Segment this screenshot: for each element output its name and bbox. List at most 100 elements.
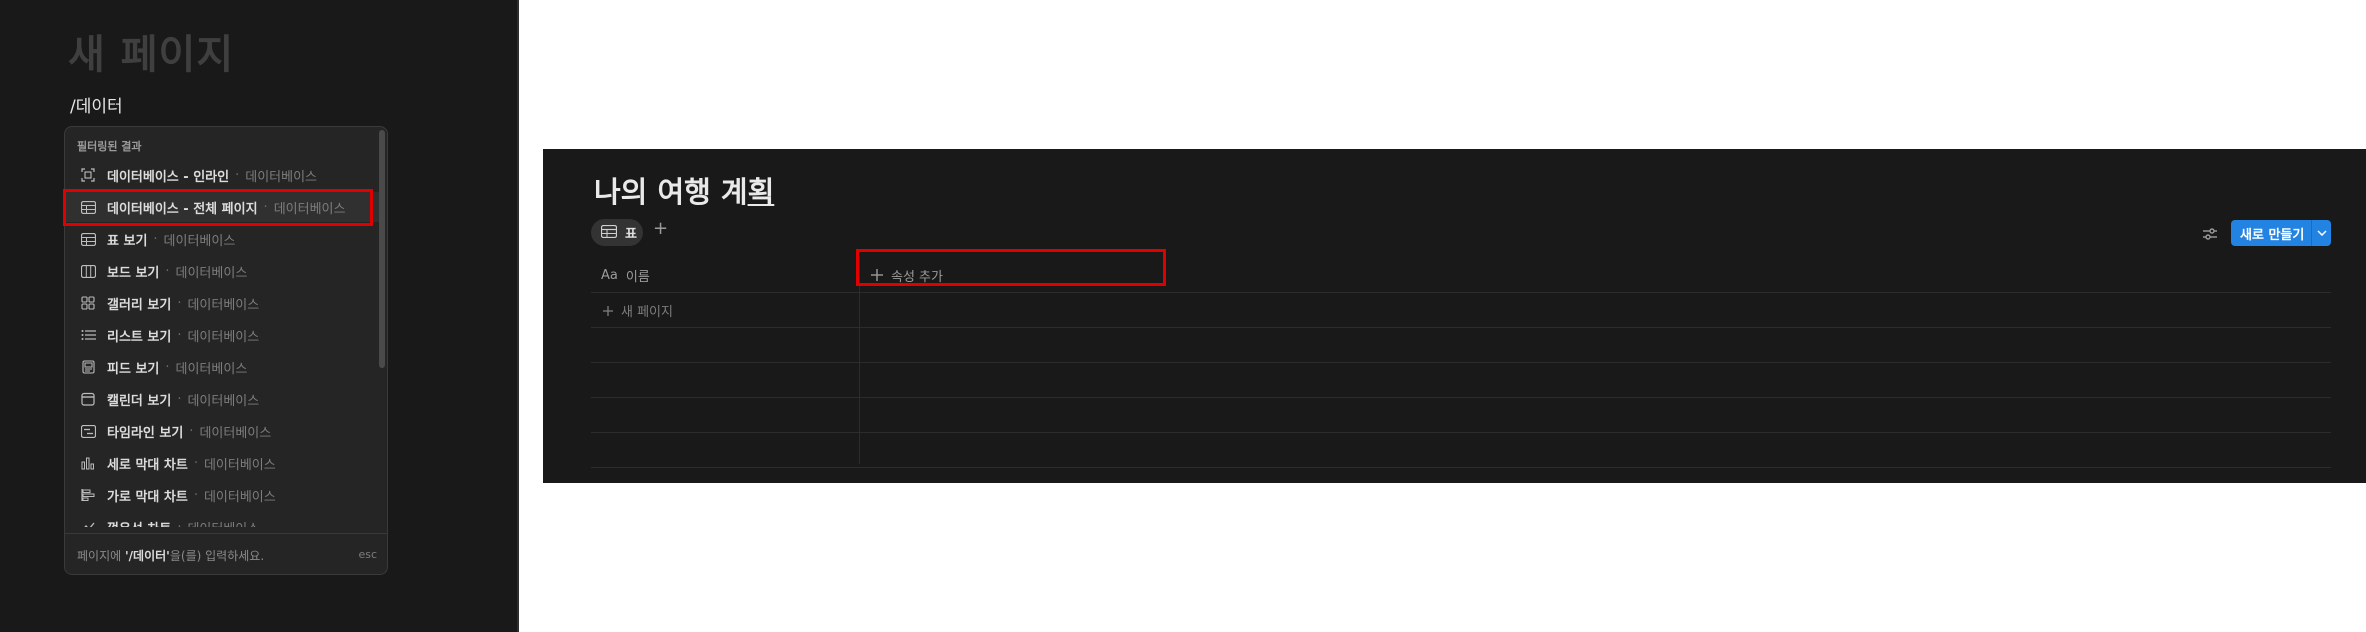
page-title[interactable]: 새 페이지 xyxy=(68,22,234,80)
command-menu: 필터링된 결과 데이터베이스 - 인라인 · 데이터베이스 데이터베이스 - 전체 페… xyxy=(64,126,388,575)
menu-item[interactable]: 리스트 보기 · 데이터베이스 xyxy=(65,320,381,350)
menu-item-category: 데이터베이스 xyxy=(187,329,260,345)
table-icon xyxy=(79,198,97,216)
separator-dot: · xyxy=(165,263,170,279)
vertical-bar-chart-icon xyxy=(79,454,97,472)
menu-item-label: 가로 막대 차트 xyxy=(107,489,188,505)
menu-item-label: 리스트 보기 xyxy=(107,329,172,345)
tab-table-view[interactable]: 표 xyxy=(591,219,643,246)
separator-dot: · xyxy=(177,327,182,343)
table-icon xyxy=(79,230,97,248)
menu-item-category: 데이터베이스 xyxy=(203,457,276,473)
new-button[interactable]: 새로 만들기 xyxy=(2231,220,2331,246)
add-property-button[interactable]: 속성 추가 xyxy=(871,266,943,285)
separator-dot: · xyxy=(193,455,198,471)
list-icon xyxy=(79,326,97,344)
table-icon xyxy=(600,223,618,242)
menu-footer: 페이지에 '/데이터' 을(를) 입력하세요. esc xyxy=(65,533,387,574)
slash-command-panel: 새 페이지 /데이터 필터링된 결과 데이터베이스 - 인라인 · 데이터베이스 데이… xyxy=(0,0,517,632)
separator-dot: · xyxy=(177,391,182,407)
menu-item[interactable]: 데이터베이스 - 인라인 · 데이터베이스 xyxy=(65,160,381,190)
database-title-main: 나의 여행 계 xyxy=(594,175,748,209)
separator-dot: · xyxy=(177,519,182,528)
menu-item-label: 꺾은선 차트 xyxy=(107,518,171,528)
database-title[interactable]: 나의 여행 계획 xyxy=(594,169,774,211)
menu-scrollbar[interactable] xyxy=(379,130,385,368)
menu-item-category: 데이터베이스 xyxy=(187,518,259,528)
menu-header: 필터링된 결과 xyxy=(77,140,142,153)
plus-icon xyxy=(603,301,613,320)
menu-item[interactable]: 캘린더 보기 · 데이터베이스 xyxy=(65,384,381,414)
separator-dot: · xyxy=(235,167,240,183)
esc-hint[interactable]: esc xyxy=(358,548,377,561)
new-page-button[interactable]: 새 페이지 xyxy=(603,301,673,320)
add-view-button[interactable]: + xyxy=(653,218,668,239)
menu-item-category: 데이터베이스 xyxy=(203,489,276,505)
menu-item[interactable]: 갤러리 보기 · 데이터베이스 xyxy=(65,288,381,318)
menu-item[interactable]: 가로 막대 차트 · 데이터베이스 xyxy=(65,480,381,510)
horizontal-bar-chart-icon xyxy=(79,486,97,504)
footer-command: '/데이터' xyxy=(125,548,170,563)
panel-divider xyxy=(517,0,519,632)
menu-item[interactable]: 타임라인 보기 · 데이터베이스 xyxy=(65,416,381,446)
settings-sliders-icon[interactable] xyxy=(2203,225,2217,244)
table-row xyxy=(591,363,2331,398)
menu-item-label: 타임라인 보기 xyxy=(107,425,184,441)
separator-dot: · xyxy=(193,487,198,503)
menu-item-label: 캘린더 보기 xyxy=(107,393,172,409)
add-property-label: 속성 추가 xyxy=(891,270,943,285)
menu-item-category: 데이터베이스 xyxy=(175,265,248,281)
separator-dot: · xyxy=(263,199,268,215)
menu-item-category: 데이터베이스 xyxy=(175,361,248,377)
menu-item-label: 데이터베이스 - 전체 페이지 xyxy=(107,201,258,217)
gallery-icon xyxy=(79,294,97,312)
board-icon xyxy=(79,262,97,280)
separator-dot: · xyxy=(153,231,158,247)
table-row xyxy=(591,398,2331,433)
menu-item-label: 표 보기 xyxy=(107,233,148,249)
menu-item-category: 데이터베이스 xyxy=(199,425,272,441)
line-chart-icon xyxy=(79,518,97,527)
menu-item-category: 데이터베이스 xyxy=(187,393,260,409)
menu-item[interactable]: 표 보기 · 데이터베이스 xyxy=(65,224,381,254)
text-property-icon: Aa xyxy=(601,268,618,283)
database-title-caret: 획 xyxy=(747,175,775,209)
menu-item-label: 갤러리 보기 xyxy=(107,297,172,313)
menu-item-category: 데이터베이스 xyxy=(273,201,346,217)
menu-item[interactable]: 피드 보기 · 데이터베이스 xyxy=(65,352,381,382)
menu-item-label: 피드 보기 xyxy=(107,361,160,377)
table-header-row: Aa 이름 속성 추가 xyxy=(591,256,2331,293)
menu-item[interactable]: 세로 막대 차트 · 데이터베이스 xyxy=(65,448,381,478)
feed-icon xyxy=(79,358,97,376)
menu-list: 데이터베이스 - 인라인 · 데이터베이스 데이터베이스 - 전체 페이지 · 데이터베이… xyxy=(65,157,381,527)
column-divider xyxy=(859,256,860,464)
database-page: 나의 여행 계획 표 + 새로 만들기 Aa 이름 속성 추가 새 페이지 xyxy=(543,149,2366,483)
new-button-label: 새로 만들기 xyxy=(2240,227,2305,243)
inline-database-icon xyxy=(79,166,97,184)
separator-dot: · xyxy=(177,295,182,311)
footer-prefix: 페이지에 xyxy=(77,548,122,563)
column-name-label: 이름 xyxy=(625,270,650,285)
plus-icon xyxy=(871,266,883,285)
menu-item-label: 데이터베이스 - 인라인 xyxy=(107,169,230,185)
menu-item-label: 세로 막대 차트 xyxy=(107,457,188,473)
table-row xyxy=(591,433,2331,468)
menu-item[interactable]: 데이터베이스 - 전체 페이지 · 데이터베이스 xyxy=(65,192,381,222)
tab-table-label: 표 xyxy=(625,227,637,242)
table-row xyxy=(591,328,2331,363)
menu-item[interactable]: 보드 보기 · 데이터베이스 xyxy=(65,256,381,286)
menu-item-category: 데이터베이스 xyxy=(163,233,236,249)
chevron-down-icon[interactable] xyxy=(2312,230,2331,236)
separator-dot: · xyxy=(165,359,170,375)
menu-item-category: 데이터베이스 xyxy=(245,169,317,185)
command-input[interactable]: /데이터 xyxy=(70,92,123,117)
footer-suffix: 을(를) 입력하세요. xyxy=(169,548,265,563)
menu-item[interactable]: 꺾은선 차트 · 데이터베이스 xyxy=(65,512,381,527)
column-header-name[interactable]: Aa 이름 xyxy=(601,266,650,285)
timeline-icon xyxy=(79,422,97,440)
separator-dot: · xyxy=(189,423,194,439)
calendar-icon xyxy=(79,390,97,408)
menu-item-label: 보드 보기 xyxy=(107,265,160,281)
table-row: 새 페이지 xyxy=(591,293,2331,328)
menu-item-category: 데이터베이스 xyxy=(187,297,260,313)
